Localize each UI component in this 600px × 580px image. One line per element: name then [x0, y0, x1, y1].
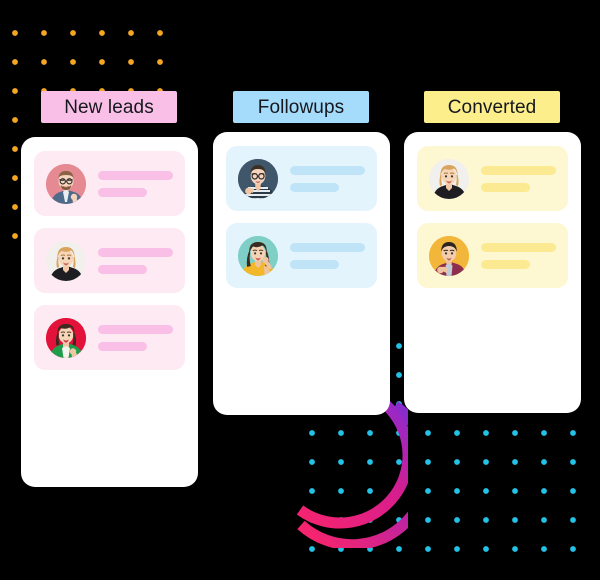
- card-text-placeholder: [290, 165, 365, 192]
- column-header-converted[interactable]: Converted: [424, 91, 560, 123]
- avatar-man-striped-shirt: [238, 158, 278, 199]
- placeholder-line: [290, 182, 339, 192]
- placeholder-line: [98, 341, 147, 351]
- placeholder-line: [481, 242, 556, 252]
- placeholder-line: [290, 242, 365, 252]
- card-text-placeholder: [481, 165, 556, 192]
- card-text-placeholder: [481, 242, 556, 269]
- card-text-placeholder: [290, 242, 365, 269]
- placeholder-line: [481, 182, 530, 192]
- card-text-placeholder: [98, 324, 173, 351]
- avatar-woman-blonde-black-top: [429, 158, 469, 199]
- converted-card[interactable]: [417, 146, 568, 211]
- column-header-followups[interactable]: Followups: [233, 91, 369, 123]
- avatar-man-glasses-denim: [46, 163, 86, 204]
- placeholder-line: [290, 165, 365, 175]
- followup-card[interactable]: [226, 146, 377, 211]
- column-header-new-leads[interactable]: New leads: [41, 91, 177, 123]
- card-text-placeholder: [98, 247, 173, 274]
- column-title-new-leads: New leads: [64, 96, 154, 118]
- avatar-woman-green-jacket: [46, 317, 86, 358]
- lead-card[interactable]: [34, 228, 185, 293]
- lead-card[interactable]: [34, 151, 185, 216]
- card-text-placeholder: [98, 170, 173, 197]
- placeholder-line: [98, 264, 147, 274]
- avatar-woman-yellow-sweater: [238, 235, 278, 276]
- kanban-board-illustration: New leads Followups Converted: [0, 0, 600, 580]
- avatar-man-maroon-jacket: [429, 235, 469, 276]
- placeholder-line: [481, 165, 556, 175]
- avatar-woman-blonde-black-top: [46, 240, 86, 281]
- converted-card[interactable]: [417, 223, 568, 288]
- column-title-converted: Converted: [447, 96, 537, 118]
- placeholder-line: [98, 170, 173, 180]
- placeholder-line: [98, 247, 173, 257]
- column-title-followups: Followups: [257, 96, 345, 118]
- lead-card[interactable]: [34, 305, 185, 370]
- followup-card[interactable]: [226, 223, 377, 288]
- column-body-followups: [213, 132, 390, 415]
- placeholder-line: [290, 259, 339, 269]
- placeholder-line: [98, 324, 173, 334]
- column-body-converted: [404, 132, 581, 413]
- column-body-new-leads: [21, 137, 198, 487]
- placeholder-line: [98, 187, 147, 197]
- board-columns: New leads Followups Converted: [0, 0, 600, 580]
- placeholder-line: [481, 259, 530, 269]
